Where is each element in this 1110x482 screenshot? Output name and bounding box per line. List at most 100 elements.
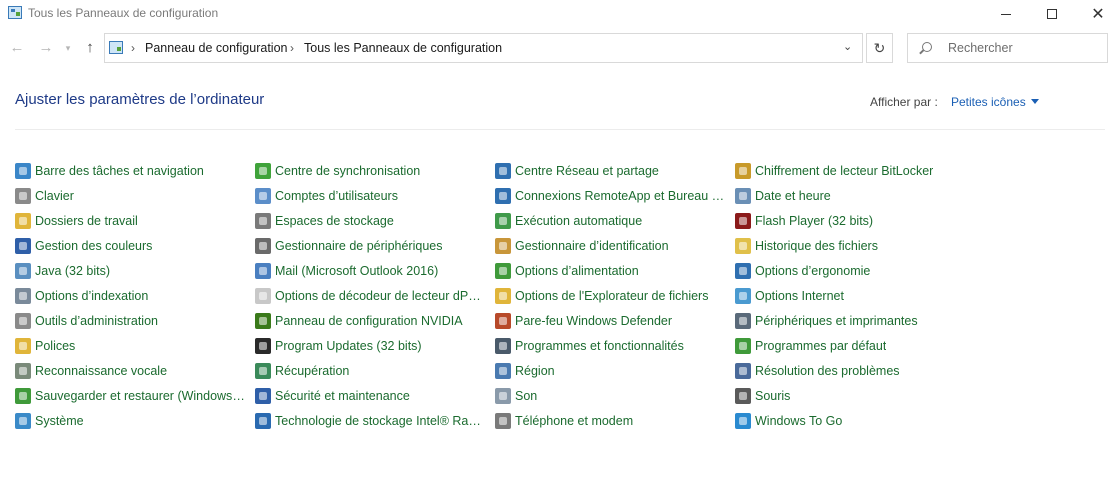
forward-arrow-icon[interactable]: → — [36, 38, 56, 58]
control-panel-item[interactable]: Récupération — [255, 358, 495, 383]
close-button[interactable]: ✕ — [1075, 0, 1110, 28]
control-panel-item[interactable]: Région — [495, 358, 735, 383]
explorer-options-icon — [495, 287, 511, 304]
control-panel-item[interactable]: Centre de synchronisation — [255, 158, 495, 183]
control-panel-item[interactable]: Options de décodeur de lecteur dPer... — [255, 283, 495, 308]
breadcrumb-separator-icon[interactable]: › — [290, 41, 294, 55]
control-panel-item[interactable]: Historique des fichiers — [735, 233, 975, 258]
control-panel-item[interactable]: Program Updates (32 bits) — [255, 333, 495, 358]
firewall-icon — [495, 312, 511, 329]
control-panel-item-label: Gestionnaire d’identification — [515, 238, 669, 253]
control-panel-item-label: Java (32 bits) — [35, 263, 111, 278]
control-panel-item[interactable]: Flash Player (32 bits) — [735, 208, 975, 233]
view-by-dropdown[interactable]: Petites icônes — [951, 95, 1039, 109]
control-panel-item-label: Outils d’administration — [35, 313, 158, 328]
control-panel-item[interactable]: Panneau de configuration NVIDIA — [255, 308, 495, 333]
control-panel-item-label: Espaces de stockage — [275, 213, 394, 228]
control-panel-item[interactable]: Programmes et fonctionnalités — [495, 333, 735, 358]
control-panel-item[interactable]: Options d’alimentation — [495, 258, 735, 283]
search-icon — [922, 42, 932, 52]
storage-spaces-icon — [255, 212, 271, 229]
control-panel-item[interactable]: Gestionnaire de périphériques — [255, 233, 495, 258]
control-panel-item[interactable]: Connexions RemoteApp et Bureau à ... — [495, 183, 735, 208]
breadcrumb-all-control-panel-items[interactable]: Tous les Panneaux de configuration — [304, 41, 502, 55]
control-panel-item[interactable]: Outils d’administration — [15, 308, 255, 333]
page-title: Ajuster les paramètres de l’ordinateur — [15, 91, 265, 108]
control-panel-item-label: Options Internet — [755, 288, 844, 303]
control-panel-item-label: Souris — [755, 388, 791, 403]
control-panel-icon — [109, 41, 123, 54]
control-panel-item[interactable]: Centre Réseau et partage — [495, 158, 735, 183]
control-panel-item[interactable]: Programmes par défaut — [735, 333, 975, 358]
control-panel-item[interactable]: Souris — [735, 383, 975, 408]
microphone-icon — [15, 362, 31, 379]
control-panel-item-label: Windows To Go — [755, 413, 843, 428]
control-panel-item[interactable]: Espaces de stockage — [255, 208, 495, 233]
control-panel-items: Barre des tâches et navigation Centre de … — [15, 158, 975, 433]
control-panel-item-label: Flash Player (32 bits) — [755, 213, 874, 228]
breadcrumb-separator-icon[interactable]: › — [131, 41, 135, 55]
control-panel-item[interactable]: Windows To Go — [735, 408, 975, 433]
control-panel-item[interactable]: Système — [15, 408, 255, 433]
search-box[interactable]: Rechercher — [907, 33, 1108, 63]
control-panel-item-label: Panneau de configuration NVIDIA — [275, 313, 463, 328]
backup-icon — [15, 387, 31, 404]
refresh-button[interactable]: ↻ — [866, 33, 893, 63]
control-panel-item[interactable]: Barre des tâches et navigation — [15, 158, 255, 183]
control-panel-item[interactable]: Périphériques et imprimantes — [735, 308, 975, 333]
mouse-icon — [735, 387, 751, 404]
control-panel-item[interactable]: Date et heure — [735, 183, 975, 208]
fonts-icon — [15, 337, 31, 354]
control-panel-item[interactable]: Sauvegarder et restaurer (Windows 7) — [15, 383, 255, 408]
control-panel-item-label: Mail (Microsoft Outlook 2016) — [275, 263, 439, 278]
control-panel-item[interactable]: Options Internet — [735, 283, 975, 308]
control-panel-item[interactable]: Son — [495, 383, 735, 408]
recovery-icon — [255, 362, 271, 379]
control-panel-item-label: Centre Réseau et partage — [515, 163, 659, 178]
color-management-icon — [15, 237, 31, 254]
control-panel-item[interactable]: Clavier — [15, 183, 255, 208]
control-panel-item[interactable]: Pare-feu Windows Defender — [495, 308, 735, 333]
control-panel-item[interactable]: Comptes d’utilisateurs — [255, 183, 495, 208]
work-folders-icon — [15, 212, 31, 229]
control-panel-item-label: Son — [515, 388, 538, 403]
control-panel-item-label: Options d’alimentation — [515, 263, 639, 278]
control-panel-item[interactable]: Résolution des problèmes — [735, 358, 975, 383]
nvidia-icon — [255, 312, 271, 329]
control-panel-item[interactable]: Mail (Microsoft Outlook 2016) — [255, 258, 495, 283]
system-icon — [15, 412, 31, 429]
security-flag-icon — [255, 387, 271, 404]
control-panel-item[interactable]: Gestionnaire d’identification — [495, 233, 735, 258]
decoder-icon — [255, 287, 271, 304]
control-panel-item[interactable]: Reconnaissance vocale — [15, 358, 255, 383]
minimize-button[interactable] — [983, 0, 1029, 28]
control-panel-item[interactable]: Sécurité et maintenance — [255, 383, 495, 408]
recent-locations-chevron-icon[interactable]: ▾ — [61, 38, 75, 58]
control-panel-item-label: Résolution des problèmes — [755, 363, 900, 378]
control-panel-item-label: Pare-feu Windows Defender — [515, 313, 673, 328]
program-updates-icon — [255, 337, 271, 354]
up-arrow-icon[interactable]: ↑ — [80, 38, 100, 58]
control-panel-item[interactable]: Dossiers de travail — [15, 208, 255, 233]
control-panel-item[interactable]: Chiffrement de lecteur BitLocker — [735, 158, 975, 183]
control-panel-item[interactable]: Technologie de stockage Intel® Rapid — [255, 408, 495, 433]
control-panel-item[interactable]: Gestion des couleurs — [15, 233, 255, 258]
control-panel-item[interactable]: Exécution automatique — [495, 208, 735, 233]
control-panel-item-label: Polices — [35, 338, 76, 353]
maximize-icon — [1047, 9, 1057, 19]
control-panel-item-label: Historique des fichiers — [755, 238, 878, 253]
control-panel-item-label: Région — [515, 363, 555, 378]
control-panel-item[interactable]: Options d’indexation — [15, 283, 255, 308]
control-panel-item[interactable]: Téléphone et modem — [495, 408, 735, 433]
control-panel-item[interactable]: Options de l'Explorateur de fichiers — [495, 283, 735, 308]
breadcrumb-control-panel[interactable]: Panneau de configuration — [145, 41, 287, 55]
maximize-button[interactable] — [1029, 0, 1075, 28]
control-panel-item[interactable]: Polices — [15, 333, 255, 358]
control-panel-item-label: Gestion des couleurs — [35, 238, 153, 253]
back-arrow-icon[interactable]: ← — [7, 38, 27, 58]
control-panel-item[interactable]: Java (32 bits) — [15, 258, 255, 283]
control-panel-item-label: Dossiers de travail — [35, 213, 138, 228]
address-bar[interactable]: › Panneau de configuration › Tous les Pa… — [104, 33, 863, 63]
control-panel-item[interactable]: Options d’ergonomie — [735, 258, 975, 283]
address-dropdown-icon[interactable]: ⌄ — [843, 40, 852, 53]
